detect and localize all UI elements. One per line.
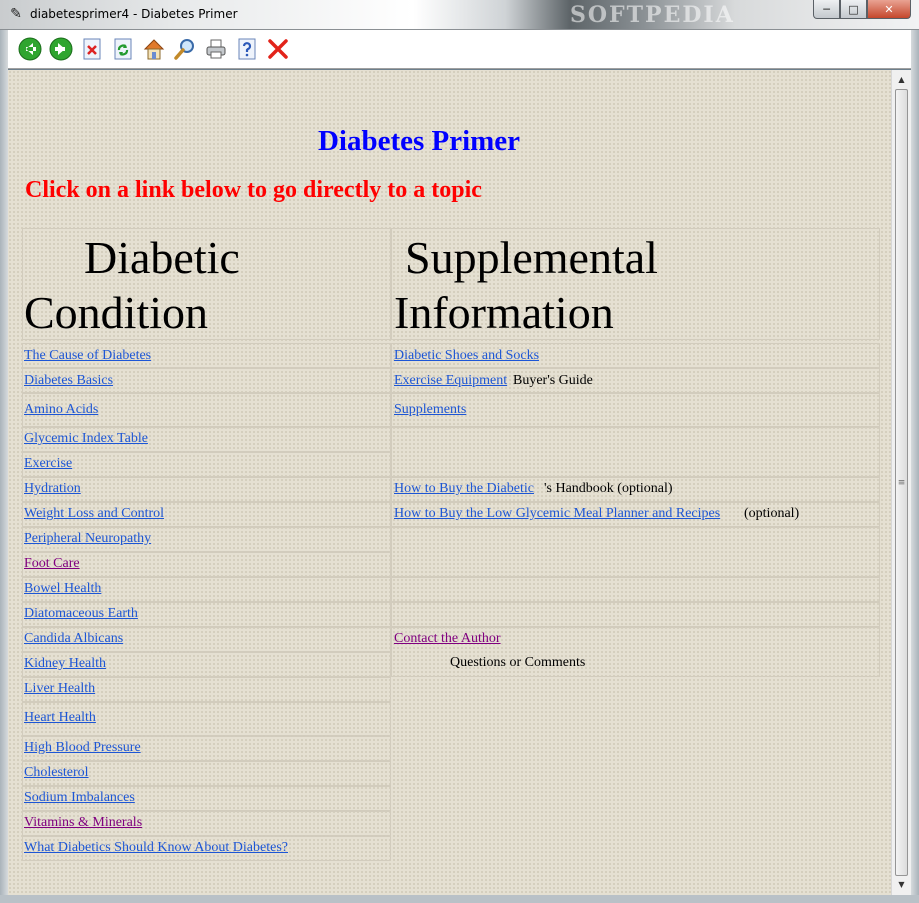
link-glycemic-index-table[interactable]: Glycemic Index Table bbox=[24, 431, 148, 447]
left-header-line2: Condition bbox=[24, 287, 209, 338]
link-cause-of-diabetes[interactable]: The Cause of Diabetes bbox=[24, 348, 151, 364]
table-cell bbox=[391, 602, 880, 627]
window-title: diabetesprimer4 - Diabetes Primer bbox=[30, 7, 238, 21]
link-vitamins-minerals[interactable]: Vitamins & Minerals bbox=[24, 815, 142, 831]
watermark: SOFTPEDIA bbox=[570, 2, 735, 28]
link-bowel-health[interactable]: Bowel Health bbox=[24, 581, 101, 597]
back-icon bbox=[18, 37, 41, 61]
app-icon[interactable]: ✎ bbox=[8, 6, 24, 22]
window-frame-bottom bbox=[0, 895, 919, 903]
link-diabetes-basics[interactable]: Diabetes Basics bbox=[24, 373, 113, 389]
toolbar bbox=[8, 30, 911, 69]
link-weight-loss[interactable]: Weight Loss and Control bbox=[24, 506, 164, 522]
forward-icon bbox=[49, 37, 72, 61]
table-cell bbox=[391, 527, 880, 577]
link-what-diabetics-should-know[interactable]: What Diabetics Should Know About Diabete… bbox=[24, 840, 288, 856]
help-icon bbox=[238, 38, 255, 60]
link-diatomaceous-earth[interactable]: Diatomaceous Earth bbox=[24, 606, 138, 622]
link-how-to-buy-handbook[interactable]: How to Buy the Diabetic bbox=[394, 481, 534, 497]
link-candida-albicans[interactable]: Candida Albicans bbox=[24, 631, 123, 647]
link-liver-health[interactable]: Liver Health bbox=[24, 681, 95, 697]
stop-button[interactable] bbox=[78, 36, 105, 63]
grip-icon: ≡ bbox=[897, 477, 906, 488]
help-button[interactable] bbox=[233, 36, 260, 63]
link-diabetic-shoes-socks[interactable]: Diabetic Shoes and Socks bbox=[394, 348, 539, 364]
link-how-to-buy-meal-planner[interactable]: How to Buy the Low Glycemic Meal Planner… bbox=[394, 506, 720, 522]
link-contact-author[interactable]: Contact the Author bbox=[394, 631, 501, 647]
link-kidney-health[interactable]: Kidney Health bbox=[24, 656, 106, 672]
link-cholesterol[interactable]: Cholesterol bbox=[24, 765, 89, 781]
link-heart-health[interactable]: Heart Health bbox=[24, 710, 96, 726]
window-frame-right bbox=[911, 30, 919, 903]
scroll-up-icon[interactable]: ▲ bbox=[892, 71, 911, 88]
home-icon bbox=[143, 39, 164, 60]
link-exercise[interactable]: Exercise bbox=[24, 456, 72, 472]
page-subtitle: Click on a link below to go directly to … bbox=[25, 177, 482, 203]
table-cell bbox=[391, 577, 880, 602]
back-button[interactable] bbox=[16, 36, 43, 63]
stop-icon bbox=[83, 38, 100, 60]
refresh-icon bbox=[114, 38, 131, 60]
maximize-button[interactable]: □ bbox=[840, 0, 867, 19]
minimize-button[interactable]: ─ bbox=[813, 0, 840, 19]
link-high-blood-pressure[interactable]: High Blood Pressure bbox=[24, 740, 141, 756]
exit-button[interactable] bbox=[264, 36, 291, 63]
link-foot-care[interactable]: Foot Care bbox=[24, 556, 80, 572]
right-header-line1: Supplemental bbox=[405, 232, 658, 283]
link-hydration[interactable]: Hydration bbox=[24, 481, 81, 497]
refresh-button[interactable] bbox=[109, 36, 136, 63]
link-peripheral-neuropathy[interactable]: Peripheral Neuropathy bbox=[24, 531, 151, 547]
table-cell bbox=[391, 427, 880, 477]
questions-comments-text: Questions or Comments bbox=[450, 655, 586, 670]
window-frame-left bbox=[0, 30, 8, 903]
page-title: Diabetes Primer bbox=[317, 125, 521, 157]
exit-icon bbox=[267, 39, 288, 59]
scroll-thumb[interactable]: ≡ bbox=[895, 89, 908, 876]
buyers-guide-text: Buyer's Guide bbox=[513, 373, 593, 388]
window-controls: ─ □ ✕ bbox=[813, 0, 911, 19]
right-header-line2: Information bbox=[394, 287, 614, 338]
document-view: Diabetes Primer Click on a link below to… bbox=[8, 70, 891, 895]
link-exercise-equipment[interactable]: Exercise Equipment bbox=[394, 373, 507, 389]
home-button[interactable] bbox=[140, 36, 167, 63]
link-supplements[interactable]: Supplements bbox=[394, 402, 466, 418]
title-bar: ✎ diabetesprimer4 - Diabetes Primer SOFT… bbox=[0, 0, 919, 30]
print-icon bbox=[206, 39, 225, 59]
left-header-line1: Diabetic bbox=[84, 232, 240, 283]
close-button[interactable]: ✕ bbox=[867, 0, 911, 19]
table-cell bbox=[22, 452, 391, 477]
planner-optional-text: (optional) bbox=[744, 506, 800, 521]
search-button[interactable] bbox=[171, 36, 198, 63]
link-sodium-imbalances[interactable]: Sodium Imbalances bbox=[24, 790, 135, 806]
scroll-down-icon[interactable]: ▼ bbox=[892, 876, 911, 893]
forward-button[interactable] bbox=[47, 36, 74, 63]
search-icon bbox=[173, 39, 194, 60]
vertical-scrollbar[interactable]: ▲ ≡ ▼ bbox=[891, 70, 911, 895]
link-amino-acids[interactable]: Amino Acids bbox=[24, 402, 98, 418]
handbook-optional-text: 's Handbook (optional) bbox=[544, 481, 673, 496]
print-button[interactable] bbox=[202, 36, 229, 63]
